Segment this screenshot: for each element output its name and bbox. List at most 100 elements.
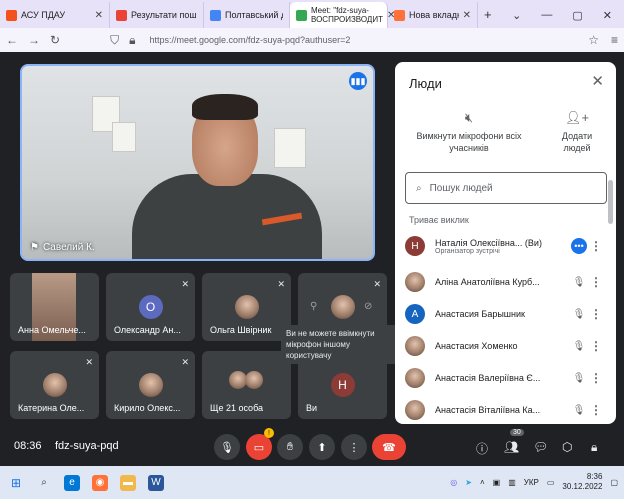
telegram-icon[interactable]: ➤ <box>465 478 472 487</box>
mute-participant-icon[interactable]: ⊘ <box>364 301 372 312</box>
main-speaker-video[interactable]: ▮▮▮ ⚑ Савелий К. <box>20 64 375 261</box>
file-explorer-icon[interactable]: ▬ <box>120 474 136 491</box>
maximize-icon[interactable]: ▢ <box>572 9 582 22</box>
speaker-name: Савелий К. <box>42 242 95 253</box>
hang-up-icon: ☎︎ <box>382 441 396 454</box>
participant-name: Катерина Оле... <box>18 403 85 413</box>
host-controls-icon[interactable]: 🔒︎ <box>591 440 597 455</box>
bookmark-star-icon[interactable]: ☆ <box>588 33 599 47</box>
activities-icon[interactable]: ⬡ <box>562 440 572 454</box>
more-options-icon[interactable]: ⋮ <box>587 275 605 289</box>
more-options-icon[interactable]: ⋮ <box>587 371 605 385</box>
battery-icon[interactable]: ▭ <box>547 478 555 487</box>
mic-off-icon[interactable]: 🎙︎ <box>571 277 587 288</box>
minimize-icon[interactable]: — <box>541 9 552 21</box>
mute-all-label: учасників <box>449 143 489 153</box>
participant-row[interactable]: Анастасия Хоменко 🎙︎ ⋮ <box>405 332 605 360</box>
participant-row[interactable]: А Анастасия Барышник 🎙︎ ⋮ <box>405 300 605 328</box>
people-icon[interactable]: 👥︎ <box>504 440 519 454</box>
mic-off-icon[interactable]: 🎙︎ <box>571 373 587 384</box>
tray-app-icon[interactable]: ▣ <box>493 478 501 487</box>
shield-icon[interactable]: ⛉ <box>110 33 119 48</box>
word-icon[interactable]: W <box>148 474 164 491</box>
more-options-icon[interactable]: ⋮ <box>587 307 605 321</box>
url-field[interactable]: https://meet.google.com/fdz-suya-pqd?aut… <box>149 35 350 45</box>
back-icon[interactable]: ← <box>6 33 18 47</box>
browser-tab[interactable]: Нова вкладка ✕ <box>388 2 478 28</box>
browser-tab[interactable]: АСУ ПДАУ ✕ <box>0 2 110 28</box>
keyboard-language[interactable]: УКР <box>524 478 539 487</box>
new-tab-icon[interactable]: + <box>484 7 492 22</box>
participant-name: Ви <box>306 403 318 413</box>
mute-all-button[interactable]: 🔇︎ Вимкнути мікрофони всіх учасників <box>413 111 525 154</box>
participant-row[interactable]: Н Наталія Олексіївна... (Ви) Організатор… <box>405 232 605 260</box>
participant-tile[interactable]: ✕ Ольга Швірник <box>202 273 291 341</box>
participant-tile[interactable]: ✕ О Олександр Ан... <box>106 273 195 341</box>
windows-start-icon[interactable]: ⊞ <box>8 475 24 491</box>
edge-icon[interactable]: e <box>64 474 80 491</box>
participant-row[interactable]: Аліна Анатоліївна Курб... 🎙︎ ⋮ <box>405 268 605 296</box>
search-icon[interactable]: ⌕ <box>36 475 52 491</box>
taskbar-time: 8:36 <box>586 472 603 481</box>
avatar <box>405 400 425 420</box>
microphone-button[interactable]: 🎙︎ <box>214 434 240 460</box>
more-options-icon[interactable]: ⋮ <box>587 339 605 353</box>
firefox-icon <box>394 9 405 21</box>
info-icon[interactable]: ⓘ <box>476 440 488 457</box>
more-options-button[interactable]: ⋮ <box>341 434 367 460</box>
chat-icon[interactable]: 💬︎ <box>533 440 548 454</box>
more-options-icon[interactable]: ⋮ <box>587 239 605 253</box>
tab-title: АСУ ПДАУ <box>21 10 66 20</box>
avatar <box>234 295 259 319</box>
avatar <box>42 373 67 397</box>
tab-title: Результати пош <box>131 10 197 20</box>
browser-tab-strip: АСУ ПДАУ ✕ Результати пош Полтавський де… <box>0 0 624 28</box>
menu-icon[interactable]: ≡ <box>611 33 618 47</box>
search-placeholder: Пошук людей <box>429 182 493 194</box>
raise-hand-button[interactable]: ✋︎ <box>277 434 303 460</box>
participant-tile[interactable]: Анна Омельче... <box>10 273 99 341</box>
leave-call-button[interactable]: ☎︎ <box>372 434 406 460</box>
mic-off-icon[interactable]: 🎙︎ <box>571 309 587 320</box>
viber-icon[interactable]: ◎ <box>450 478 457 487</box>
notifications-icon[interactable]: ▢ <box>610 478 618 487</box>
participants-count-badge: 30 <box>510 429 524 436</box>
panel-scrollbar[interactable] <box>608 180 613 224</box>
participant-row[interactable]: Анастасія Віталіївна Ка... 🎙︎ ⋮ <box>405 396 605 424</box>
browser-tab[interactable]: Результати пош <box>110 2 204 28</box>
firefox-icon[interactable]: ◉ <box>92 474 108 491</box>
lock-icon[interactable]: 🔒︎ <box>129 33 135 48</box>
reload-icon[interactable]: ↻ <box>50 33 60 47</box>
present-button[interactable]: ⬆ <box>309 434 335 460</box>
tray-chevron-icon[interactable]: ˄ <box>480 478 485 487</box>
chevron-down-icon[interactable]: ⌄ <box>512 9 521 22</box>
forward-icon[interactable]: → <box>28 33 40 47</box>
more-participants-tile[interactable]: Ще 21 особа <box>202 351 291 419</box>
camera-off-icon: ▭ <box>253 441 265 454</box>
network-icon[interactable]: ▥ <box>508 478 516 487</box>
avatar: О <box>138 295 163 319</box>
tab-title: Полтавський дер <box>225 10 283 20</box>
docs-icon <box>210 9 221 21</box>
people-search-input[interactable]: ⌕ Пошук людей <box>405 172 607 204</box>
mute-all-label: Вимкнути мікрофони всіх <box>416 131 522 141</box>
more-options-icon[interactable]: ⋮ <box>587 403 605 417</box>
mic-off-icon[interactable]: 🎙︎ <box>571 341 587 352</box>
pin-icon[interactable]: ⚲ <box>310 301 317 312</box>
add-people-button[interactable]: 👤︎+ Додати людей <box>557 111 597 154</box>
participant-tile[interactable]: ✕ Кирило Олекс... <box>106 351 195 419</box>
close-tab-icon[interactable]: ✕ <box>95 10 103 21</box>
more-vert-icon: ⋮ <box>348 441 360 454</box>
participant-tile[interactable]: ✕ Катерина Оле... <box>10 351 99 419</box>
close-tab-icon[interactable]: ✕ <box>463 10 471 21</box>
clock[interactable]: 8:36 30.12.2022 <box>562 472 602 492</box>
browser-tab-active[interactable]: Meet: "fdz-suya- ВОСПРОИЗВОДИТ ✕ <box>290 2 395 28</box>
wall-paper <box>274 128 306 168</box>
address-bar: ← → ↻ ⛉ 🔒︎ https://meet.google.com/fdz-s… <box>0 28 624 52</box>
participant-row[interactable]: Анастасія Валеріївна Є... 🎙︎ ⋮ <box>405 364 605 392</box>
window-close-icon[interactable]: ✕ <box>603 9 612 22</box>
mic-off-icon[interactable]: 🎙︎ <box>571 405 587 416</box>
close-icon[interactable]: ✕ <box>591 72 604 90</box>
browser-tab[interactable]: Полтавський дер <box>204 2 290 28</box>
avatar <box>405 368 425 388</box>
